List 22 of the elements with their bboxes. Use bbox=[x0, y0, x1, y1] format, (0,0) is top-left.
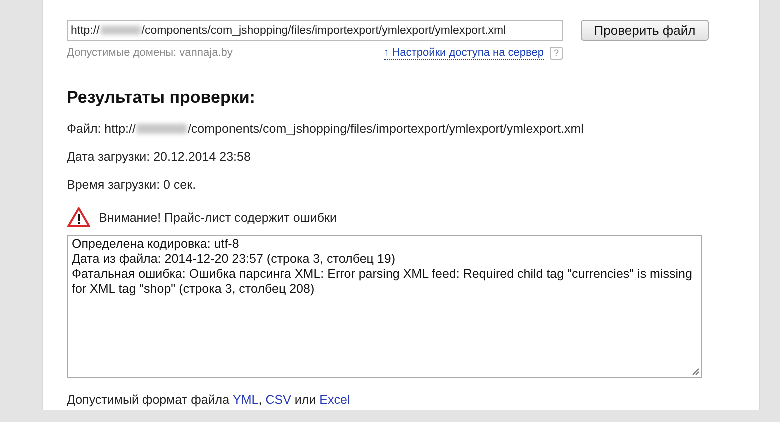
allowed-domains-text: Допустимые домены: vannaja.by bbox=[67, 47, 233, 60]
formats-text: Допустимый формат файла bbox=[67, 393, 230, 407]
warning-icon bbox=[67, 207, 91, 228]
check-file-button[interactable]: Проверить файл bbox=[581, 20, 709, 41]
format-link[interactable]: CSV bbox=[266, 393, 292, 407]
separator-text: , bbox=[258, 393, 262, 407]
file-url-text: /components/com_jshopping/files/importexport/ymlexport/ymlexport.xml bbox=[188, 122, 584, 136]
redaction-mark bbox=[100, 26, 141, 35]
format-link[interactable]: YML bbox=[233, 393, 259, 407]
resize-grip-icon[interactable] bbox=[692, 368, 700, 376]
help-badge[interactable]: ? bbox=[550, 47, 563, 60]
warning-text: Внимание! Прайс-лист содержит ошибки bbox=[99, 210, 337, 224]
separator-text: или bbox=[294, 393, 316, 407]
format-link[interactable]: Excel bbox=[320, 393, 350, 407]
redaction-mark bbox=[136, 124, 187, 134]
error-log-field[interactable]: Определена кодировка: utf-8 Дата из файла: 2014-12-20 23:57 (строка 3, столбец 19) Фатальная ошибка: Ошибка парсинга XML: Error parsing XML feed: Required child tag "currencies" is missing for XML tag "shop" (строка 3, столбец 208) bbox=[67, 235, 702, 378]
file-url-text: Файл: http:// bbox=[67, 122, 136, 136]
load-date-text: Дата загрузки: 20.12.2014 23:58 bbox=[67, 150, 251, 164]
load-time-text: Время загрузки: 0 сек. bbox=[67, 178, 196, 192]
access-settings-link[interactable]: ↑ Настройки доступа на сервер bbox=[384, 47, 544, 60]
results-heading: Результаты проверки: bbox=[67, 88, 256, 108]
url-field[interactable]: http:// /components/com_jshopping/files/importexport/ymlexport/ymlexport.xml bbox=[67, 20, 563, 41]
